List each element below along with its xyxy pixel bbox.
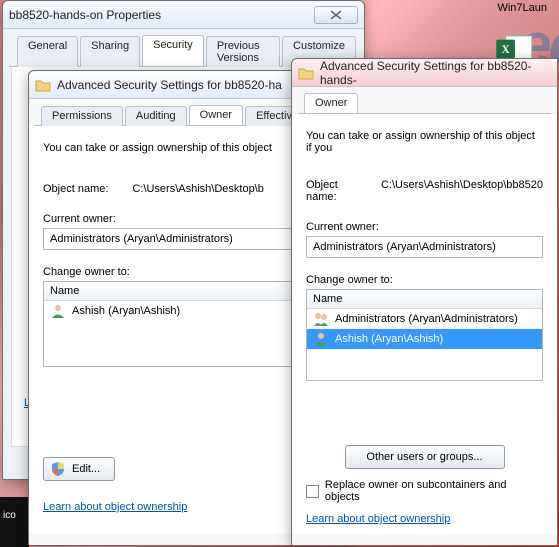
window-title: Advanced Security Settings for bb8520-ha…	[320, 59, 551, 87]
shield-icon	[50, 461, 66, 477]
folder-icon	[298, 66, 314, 80]
tab-permissions[interactable]: Permissions	[41, 106, 123, 126]
object-name-label: Object name:	[306, 179, 357, 203]
list-header[interactable]: Name	[307, 290, 542, 309]
list-item-label: Ashish (Aryan\Ashish)	[335, 333, 443, 345]
tab-sharing[interactable]: Sharing	[80, 36, 140, 67]
tab-auditing[interactable]: Auditing	[125, 106, 187, 126]
current-owner-field: Administrators (Aryan\Administrators)	[306, 236, 543, 258]
list-item-label: Administrators (Aryan\Administrators)	[335, 313, 518, 325]
close-icon	[330, 10, 342, 20]
object-name-value: C:\Users\Ashish\Desktop\bb8520	[381, 179, 543, 203]
list-item-label: Ashish (Aryan\Ashish)	[72, 305, 180, 317]
tab-previous-versions[interactable]: Previous Versions	[206, 36, 280, 67]
taskbar-fragment	[0, 497, 29, 547]
advanced-security-window-b: Advanced Security Settings for bb8520-ha…	[291, 58, 558, 546]
tabstrip: Owner	[298, 93, 551, 114]
list-item[interactable]: Administrators (Aryan\Administrators)	[307, 309, 542, 329]
tab-owner[interactable]: Owner	[189, 105, 243, 125]
folder-icon	[35, 78, 51, 92]
titlebar[interactable]: bb8520-hands-on Properties	[3, 1, 364, 29]
current-owner-label: Current owner:	[306, 221, 543, 233]
desktop-shortcut-label[interactable]: Win7Laun	[497, 2, 547, 14]
other-users-label: Other users or groups...	[366, 451, 482, 463]
titlebar[interactable]: Advanced Security Settings for bb8520-ha…	[292, 59, 557, 87]
owner-listbox[interactable]: Name Administrators (Aryan\Administrator…	[306, 289, 543, 381]
other-users-button[interactable]: Other users or groups...	[345, 445, 505, 469]
taskbar-item-label: ico	[3, 510, 16, 521]
tab-owner[interactable]: Owner	[304, 93, 358, 113]
close-button[interactable]	[314, 6, 358, 24]
current-owner-value: Administrators (Aryan\Administrators)	[313, 241, 496, 253]
checkbox-box[interactable]	[306, 485, 319, 498]
group-icon	[313, 311, 329, 327]
checkbox-label: Replace owner on subcontainers and objec…	[325, 479, 543, 503]
tab-security[interactable]: Security	[142, 35, 204, 66]
object-name-label: Object name:	[43, 183, 108, 195]
list-item[interactable]: Ashish (Aryan\Ashish)	[307, 329, 542, 349]
user-icon	[313, 331, 329, 347]
edit-button[interactable]: Edit...	[43, 457, 115, 481]
change-owner-label: Change owner to:	[306, 274, 543, 286]
object-name-value: C:\Users\Ashish\Desktop\b	[132, 183, 263, 195]
learn-link[interactable]: Learn about object ownership	[306, 513, 450, 525]
user-icon	[50, 303, 66, 319]
tab-general[interactable]: General	[17, 36, 78, 67]
intro-text: You can take or assign ownership of this…	[306, 130, 543, 154]
svg-text:X: X	[502, 44, 510, 56]
window-title: bb8520-hands-on Properties	[9, 8, 314, 22]
replace-owner-checkbox[interactable]: Replace owner on subcontainers and objec…	[306, 479, 543, 503]
edit-button-label: Edit...	[72, 463, 100, 475]
learn-link[interactable]: Learn about object ownership	[43, 501, 187, 513]
current-owner-value: Administrators (Aryan\Administrators)	[50, 233, 233, 245]
